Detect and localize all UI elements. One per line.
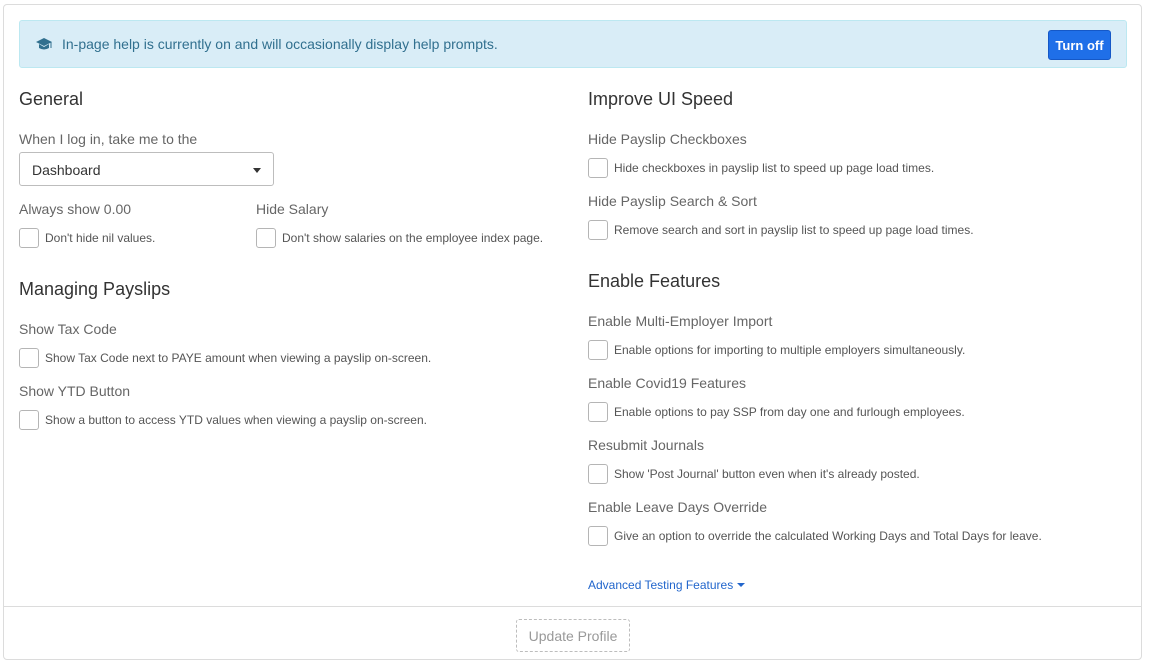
show-ytd-label: Show YTD Button [19,383,131,399]
hide-search-sort-checkbox[interactable] [588,220,608,240]
hide-payslip-checkboxes-checkbox-label: Hide checkboxes in payslip list to speed… [614,161,935,175]
footer-divider [4,606,1142,607]
caret-down-icon [737,583,746,587]
landing-page-value: Dashboard [32,162,101,178]
update-profile-button[interactable]: Update Profile [516,619,630,652]
settings-panel [3,4,1142,660]
improve-ui-speed-heading: Improve UI Speed [588,89,734,109]
advanced-testing-features-link[interactable]: Advanced Testing Features [588,578,746,592]
hide-salary-checkbox[interactable] [256,228,276,248]
show-tax-code-checkbox-label: Show Tax Code next to PAYE amount when v… [45,351,432,365]
always-show-checkbox-label: Don't hide nil values. [45,231,156,245]
hide-salary-checkbox-label: Don't show salaries on the employee inde… [282,231,544,245]
general-heading: General [19,89,84,109]
hide-salary-label: Hide Salary [256,201,329,217]
chevron-down-icon [253,168,261,173]
hide-payslip-checkboxes-label: Hide Payslip Checkboxes [588,131,747,147]
multi-employer-checkbox[interactable] [588,340,608,360]
multi-employer-label: Enable Multi-Employer Import [588,313,773,329]
leave-days-override-label: Enable Leave Days Override [588,499,767,515]
covid-features-checkbox[interactable] [588,402,608,422]
leave-days-override-checkbox-label: Give an option to override the calculate… [614,529,1042,543]
always-show-checkbox[interactable] [19,228,39,248]
covid-features-label: Enable Covid19 Features [588,375,746,391]
managing-payslips-heading: Managing Payslips [19,279,171,299]
landing-page-select[interactable]: Dashboard [19,152,274,186]
graduation-cap-icon [35,36,53,52]
resubmit-journals-checkbox-label: Show 'Post Journal' button even when it'… [614,467,920,481]
show-ytd-checkbox[interactable] [19,410,39,430]
help-banner-text: In-page help is currently on and will oc… [62,36,498,52]
show-ytd-checkbox-label: Show a button to access YTD values when … [45,413,427,427]
show-tax-code-label: Show Tax Code [19,321,117,337]
advanced-testing-features-label: Advanced Testing Features [588,578,734,592]
help-banner: In-page help is currently on and will oc… [19,20,1127,68]
hide-payslip-checkboxes-checkbox[interactable] [588,158,608,178]
hide-search-sort-label: Hide Payslip Search & Sort [588,193,757,209]
covid-features-checkbox-label: Enable options to pay SSP from day one a… [614,405,965,419]
multi-employer-checkbox-label: Enable options for importing to multiple… [614,343,966,357]
enable-features-heading: Enable Features [588,271,721,291]
resubmit-journals-checkbox[interactable] [588,464,608,484]
landing-page-label: When I log in, take me to the [19,131,198,147]
leave-days-override-checkbox[interactable] [588,526,608,546]
resubmit-journals-label: Resubmit Journals [588,437,704,453]
hide-search-sort-checkbox-label: Remove search and sort in payslip list t… [614,223,974,237]
turn-off-help-button[interactable]: Turn off [1048,30,1111,60]
always-show-label: Always show 0.00 [19,201,132,217]
show-tax-code-checkbox[interactable] [19,348,39,368]
